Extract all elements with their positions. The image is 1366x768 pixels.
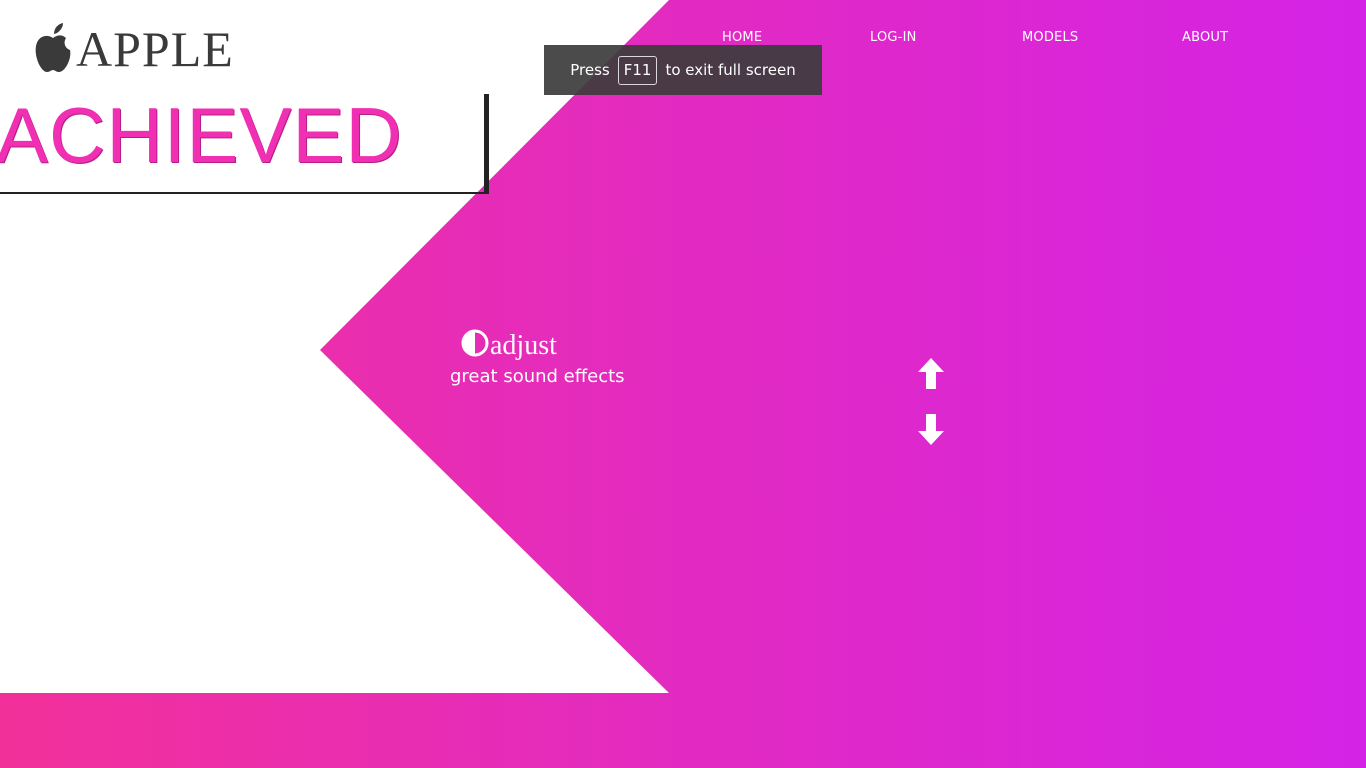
toast-key-badge: F11 bbox=[617, 55, 658, 85]
toast-prefix: Press bbox=[570, 61, 610, 79]
feature-title-row: adjust bbox=[460, 326, 625, 360]
arrow-down-icon[interactable] bbox=[917, 413, 945, 445]
arrow-up-icon[interactable] bbox=[917, 358, 945, 390]
feature-block: adjust great sound effects bbox=[450, 326, 625, 387]
toast-suffix: to exit full screen bbox=[665, 61, 796, 79]
nav-models-link[interactable]: MODELS bbox=[1022, 30, 1078, 45]
feature-title: adjust bbox=[490, 330, 557, 361]
feature-subtitle: great sound effects bbox=[450, 366, 625, 387]
headline-text: ACHIEVED bbox=[0, 94, 403, 179]
nav-home-link[interactable]: HOME bbox=[722, 30, 762, 45]
nav-about-link[interactable]: ABOUT bbox=[1182, 30, 1228, 45]
contrast-adjust-icon bbox=[461, 329, 489, 357]
headline-box: ACHIEVED bbox=[0, 94, 489, 194]
fullscreen-exit-toast: Press F11 to exit full screen bbox=[544, 45, 822, 95]
nav-login-link[interactable]: LOG-IN bbox=[870, 30, 917, 45]
